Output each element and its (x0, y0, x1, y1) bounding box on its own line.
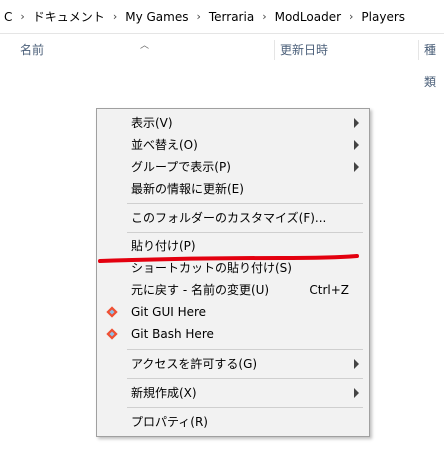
submenu-arrow-icon (354, 118, 359, 128)
menu-separator (127, 349, 363, 350)
menu-item-give-access[interactable]: アクセスを許可する(G) (97, 353, 369, 375)
menu-item-label: 貼り付け(P) (131, 239, 196, 253)
column-header-row: 名前 更新日時 種類 (0, 34, 444, 89)
chevron-right-icon[interactable]: › (14, 10, 30, 23)
column-header-type[interactable]: 種類 (424, 34, 444, 89)
menu-item-refresh[interactable]: 最新の情報に更新(E) (97, 178, 369, 200)
menu-separator (127, 232, 363, 233)
breadcrumb-item-modloader[interactable]: ModLoader (273, 10, 343, 24)
submenu-arrow-icon (354, 140, 359, 150)
column-header-name[interactable]: 名前 (20, 34, 44, 66)
menu-item-label: アクセスを許可する(G) (131, 357, 258, 371)
menu-item-git-bash[interactable]: Git Bash Here (97, 323, 369, 345)
menu-item-paste[interactable]: 貼り付け(P) (97, 235, 369, 257)
menu-item-label: このフォルダーのカスタマイズ(F)... (131, 211, 327, 225)
column-divider[interactable] (274, 40, 275, 60)
menu-item-label: 最新の情報に更新(E) (131, 182, 244, 196)
chevron-right-icon[interactable]: › (107, 10, 123, 23)
chevron-right-icon[interactable]: › (256, 10, 272, 23)
menu-item-git-gui[interactable]: Git GUI Here (97, 301, 369, 323)
menu-item-label: ショートカットの貼り付け(S) (131, 261, 292, 275)
breadcrumb-item-terraria[interactable]: Terraria (207, 10, 256, 24)
menu-item-label: Git Bash Here (131, 327, 214, 341)
menu-item-new[interactable]: 新規作成(X) (97, 382, 369, 404)
menu-item-sort[interactable]: 並べ替え(O) (97, 134, 369, 156)
git-icon (106, 306, 118, 318)
menu-item-label: 並べ替え(O) (131, 138, 198, 152)
menu-item-label: プロパティ(R) (131, 415, 208, 429)
menu-item-properties[interactable]: プロパティ(R) (97, 411, 369, 433)
menu-item-paste-shortcut[interactable]: ショートカットの貼り付け(S) (97, 257, 369, 279)
chevron-right-icon[interactable]: › (343, 10, 359, 23)
menu-separator (127, 203, 363, 204)
breadcrumb-item-my-games[interactable]: My Games (123, 10, 190, 24)
menu-item-label: 表示(V) (131, 116, 173, 130)
menu-item-shortcut: Ctrl+Z (309, 283, 349, 297)
menu-item-label: 元に戻す - 名前の変更(U) (131, 283, 270, 297)
breadcrumb: C › ドキュメント › My Games › Terraria › ModLo… (0, 0, 444, 34)
menu-item-group-by[interactable]: グループで表示(P) (97, 156, 369, 178)
menu-item-label: 新規作成(X) (131, 386, 197, 400)
sort-ascending-icon: ︿ (140, 41, 150, 51)
menu-separator (127, 407, 363, 408)
breadcrumb-item-players[interactable]: Players (359, 10, 407, 24)
submenu-arrow-icon (354, 388, 359, 398)
menu-item-label: Git GUI Here (131, 305, 207, 319)
breadcrumb-item-documents[interactable]: ドキュメント (31, 8, 107, 25)
menu-item-label: グループで表示(P) (131, 160, 231, 174)
menu-item-undo-rename[interactable]: 元に戻す - 名前の変更(U) Ctrl+Z (97, 279, 369, 301)
submenu-arrow-icon (354, 359, 359, 369)
column-header-date[interactable]: 更新日時 (280, 34, 328, 66)
git-icon (106, 328, 118, 340)
breadcrumb-item-root[interactable]: C (0, 10, 14, 24)
menu-item-customize-folder[interactable]: このフォルダーのカスタマイズ(F)... (97, 207, 369, 229)
column-divider[interactable] (418, 40, 419, 60)
menu-separator (127, 378, 363, 379)
chevron-right-icon[interactable]: › (190, 10, 206, 23)
menu-item-view[interactable]: 表示(V) (97, 112, 369, 134)
submenu-arrow-icon (354, 162, 359, 172)
context-menu: 表示(V) 並べ替え(O) グループで表示(P) 最新の情報に更新(E) このフ… (96, 108, 370, 437)
